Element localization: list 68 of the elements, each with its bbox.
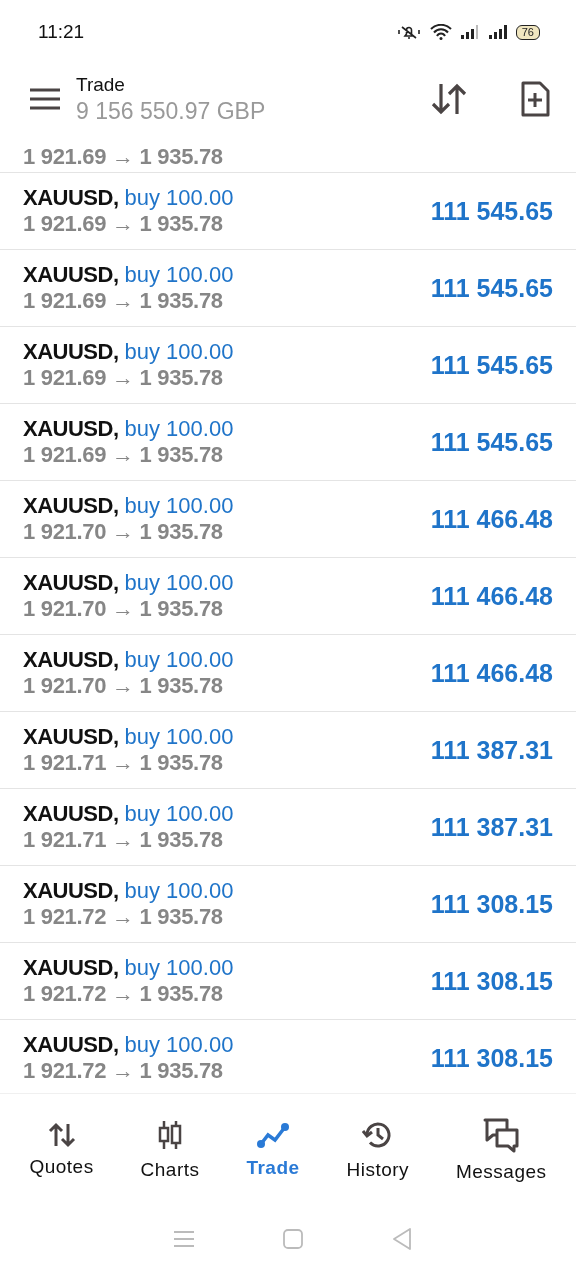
symbol-label: XAUUSD, bbox=[23, 955, 119, 981]
price-range: 1 921.69 → 1 935.78 bbox=[23, 144, 223, 170]
symbol-label: XAUUSD, bbox=[23, 493, 119, 519]
order-side: buy 100.00 bbox=[124, 647, 234, 673]
symbol-label: XAUUSD, bbox=[23, 570, 119, 596]
price-range: 1 921.72 → 1 935.78 bbox=[23, 904, 224, 930]
menu-icon[interactable] bbox=[30, 88, 60, 110]
price-range: 1 921.70 → 1 935.78 bbox=[23, 519, 224, 545]
nav-tab[interactable]: Messages bbox=[453, 1113, 549, 1187]
symbol-label: XAUUSD, bbox=[23, 416, 119, 442]
order-side: buy 100.00 bbox=[124, 724, 234, 750]
profit-value: 111 545.65 bbox=[430, 350, 553, 380]
profit-value: 111 308.15 bbox=[430, 966, 553, 996]
profit-value: 111 308.15 bbox=[430, 889, 553, 919]
screen-title: Trade bbox=[76, 73, 126, 96]
trend-line-icon bbox=[255, 1121, 290, 1149]
order-side: buy 100.00 bbox=[124, 955, 234, 981]
order-side: buy 100.00 bbox=[124, 1032, 234, 1058]
profit-value: 111 545.65 bbox=[430, 273, 553, 303]
price-range: 1 921.69 → 1 935.78 bbox=[23, 211, 224, 237]
chat-bubbles-icon bbox=[482, 1117, 521, 1153]
profit-value: 111 308.15 bbox=[430, 1043, 553, 1073]
symbol-label: XAUUSD, bbox=[23, 339, 119, 365]
profit-value: 111 545.65 bbox=[430, 196, 553, 226]
symbol-label: XAUUSD, bbox=[23, 647, 119, 673]
order-side: buy 100.00 bbox=[124, 416, 234, 442]
nav-tab[interactable]: Trade bbox=[244, 1117, 302, 1183]
symbol-label: XAUUSD, bbox=[23, 878, 119, 904]
nav-tab[interactable]: Quotes bbox=[27, 1118, 96, 1182]
profit-value: 111 466.48 bbox=[430, 658, 553, 688]
price-range: 1 921.70 → 1 935.78 bbox=[23, 596, 224, 622]
wifi-icon bbox=[429, 24, 452, 40]
nav-tab[interactable]: Charts bbox=[138, 1115, 202, 1185]
symbol-label: XAUUSD, bbox=[23, 262, 119, 288]
price-range: 1 921.72 → 1 935.78 bbox=[23, 981, 224, 1007]
price-range: 1 921.72 → 1 935.78 bbox=[23, 1058, 224, 1084]
order-side: buy 100.00 bbox=[124, 185, 234, 211]
account-balance: 9 156 550.97 GBP bbox=[76, 97, 267, 125]
profit-value: 111 466.48 bbox=[430, 581, 553, 611]
order-side: buy 100.00 bbox=[124, 878, 234, 904]
profit-value: 111 466.48 bbox=[430, 504, 553, 534]
order-side: buy 100.00 bbox=[124, 493, 234, 519]
order-side: buy 100.00 bbox=[124, 339, 234, 365]
profit-value: 111 545.65 bbox=[430, 427, 553, 457]
symbol-label: XAUUSD, bbox=[23, 801, 119, 827]
symbol-label: XAUUSD, bbox=[23, 185, 119, 211]
muted-bell-icon bbox=[395, 23, 422, 41]
price-range: 1 921.69 → 1 935.78 bbox=[23, 442, 224, 468]
up-down-arrows-icon bbox=[47, 1122, 76, 1148]
symbol-label: XAUUSD, bbox=[23, 724, 119, 750]
sort-icon[interactable] bbox=[430, 82, 468, 116]
symbol-label: XAUUSD, bbox=[23, 1032, 119, 1058]
signal-icon bbox=[459, 24, 480, 40]
order-side: buy 100.00 bbox=[124, 570, 234, 596]
profit-value: 111 387.31 bbox=[430, 812, 553, 842]
nav-tab[interactable]: History bbox=[344, 1115, 412, 1185]
price-range: 1 921.71 → 1 935.78 bbox=[23, 827, 224, 853]
price-range: 1 921.69 → 1 935.78 bbox=[23, 288, 224, 314]
status-time: 11:21 bbox=[38, 21, 85, 43]
price-range: 1 921.71 → 1 935.78 bbox=[23, 750, 224, 776]
order-side: buy 100.00 bbox=[124, 801, 234, 827]
battery-indicator: 76 bbox=[515, 24, 540, 40]
profit-value: 111 387.31 bbox=[430, 735, 553, 765]
order-side: buy 100.00 bbox=[124, 262, 234, 288]
price-range: 1 921.69 → 1 935.78 bbox=[23, 365, 224, 391]
price-range: 1 921.70 → 1 935.78 bbox=[23, 673, 224, 699]
signal-icon bbox=[487, 24, 508, 40]
new-document-icon[interactable] bbox=[520, 81, 550, 117]
